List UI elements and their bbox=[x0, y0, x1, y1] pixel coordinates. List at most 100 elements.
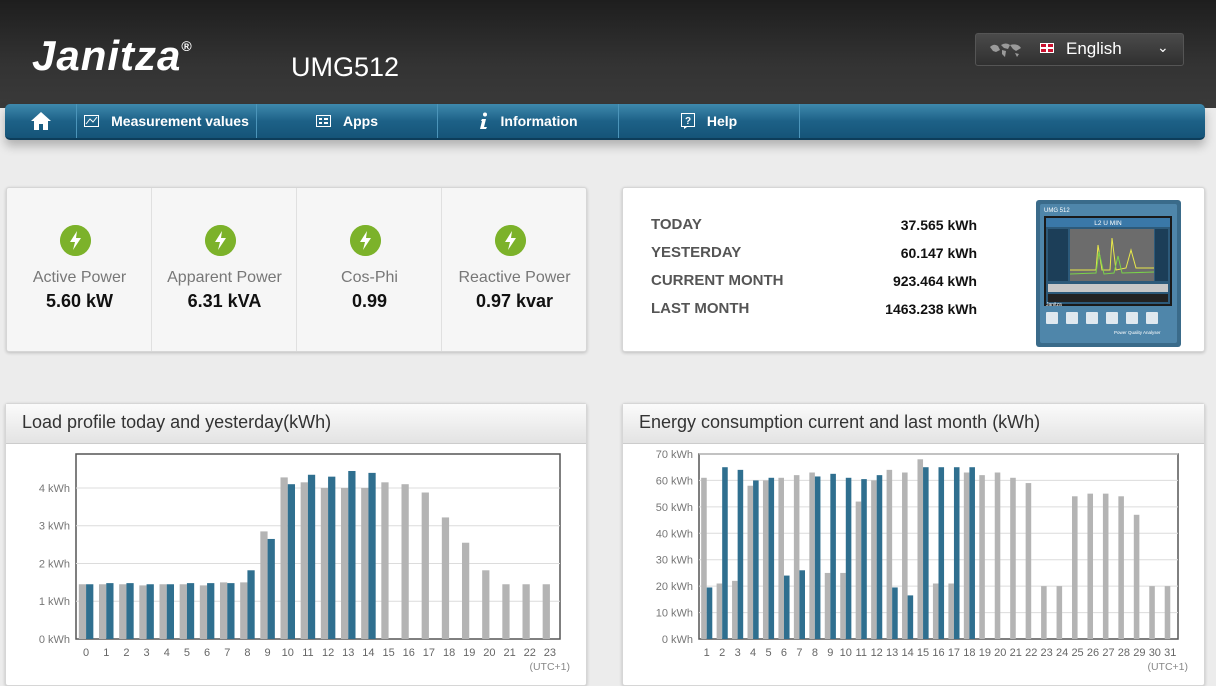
bar-current-month bbox=[892, 587, 898, 639]
x-axis-note: (UTC+1) bbox=[529, 661, 570, 673]
bar-current-month bbox=[969, 467, 975, 639]
bar-last-month bbox=[747, 485, 754, 639]
bar-today bbox=[207, 583, 215, 639]
x-tick-label: 1 bbox=[704, 647, 710, 659]
bolt-icon bbox=[350, 225, 381, 256]
bar-last-month bbox=[917, 459, 924, 639]
x-tick-label: 29 bbox=[1133, 647, 1145, 659]
x-tick-label: 23 bbox=[544, 647, 556, 659]
nav-apps[interactable]: Apps bbox=[257, 104, 438, 138]
energy-value-today: 37.565 kWh bbox=[900, 217, 977, 233]
bar-last-month bbox=[762, 480, 769, 639]
bar-last-month bbox=[809, 472, 815, 639]
x-tick-label: 2 bbox=[123, 647, 129, 659]
bar-yesterday bbox=[119, 584, 127, 639]
x-tick-label: 18 bbox=[443, 647, 455, 659]
x-tick-label: 9 bbox=[265, 647, 271, 659]
bar-last-month bbox=[871, 480, 877, 639]
bar-last-month bbox=[1087, 493, 1094, 639]
nav-measurement-values[interactable]: Measurement values bbox=[77, 104, 257, 138]
load-profile-chart: 0 kWh1 kWh2 kWh3 kWh4 kWh0 1 2 3 4 5 6 7 8 9 10 11 1… bbox=[39, 453, 570, 673]
bar-yesterday bbox=[522, 584, 530, 639]
device-screen-title: L2 U MIN bbox=[1094, 220, 1122, 227]
y-tick-label: 3 kWh bbox=[39, 521, 70, 533]
x-tick-label: 20 bbox=[994, 647, 1006, 659]
bar-yesterday bbox=[340, 487, 349, 639]
x-tick-label: 27 bbox=[1102, 647, 1114, 659]
language-label: English bbox=[1066, 39, 1122, 58]
bar-today bbox=[186, 583, 195, 639]
y-tick-label: 20 kWh bbox=[656, 581, 693, 593]
kpi-cos-phi: Cos-Phi 0.99 bbox=[297, 188, 442, 351]
bar-current-month bbox=[706, 587, 713, 639]
kpi-label: Active Power bbox=[32, 269, 127, 286]
bar-yesterday bbox=[502, 584, 510, 639]
bar-last-month bbox=[1072, 496, 1078, 639]
nav-help[interactable]: ? Help bbox=[619, 104, 800, 138]
nav-information[interactable]: Information bbox=[438, 104, 619, 138]
y-tick-label: 70 kWh bbox=[656, 449, 693, 461]
home-icon bbox=[30, 112, 51, 130]
bar-last-month bbox=[1102, 493, 1109, 639]
x-tick-label: 3 bbox=[144, 647, 150, 659]
x-tick-label: 19 bbox=[979, 647, 991, 659]
x-tick-label: 15 bbox=[382, 647, 394, 659]
nav-home[interactable] bbox=[5, 104, 77, 138]
bar-last-month bbox=[1010, 477, 1016, 639]
bar-today bbox=[348, 470, 356, 639]
x-tick-label: 12 bbox=[871, 647, 883, 659]
janitza-logo: Janitza® bbox=[32, 32, 193, 80]
x-tick-label: 7 bbox=[796, 647, 802, 659]
bar-today bbox=[166, 584, 175, 639]
bar-current-month bbox=[845, 477, 852, 639]
y-tick-label: 4 kWh bbox=[39, 483, 70, 495]
bar-current-month bbox=[783, 575, 790, 639]
bar-last-month bbox=[778, 477, 784, 639]
bar-yesterday bbox=[260, 531, 268, 639]
bar-yesterday bbox=[300, 482, 308, 639]
bar-today bbox=[146, 584, 154, 639]
x-tick-label: 6 bbox=[781, 647, 787, 659]
x-tick-label: 19 bbox=[463, 647, 475, 659]
bar-yesterday bbox=[179, 584, 187, 639]
bar-yesterday bbox=[482, 570, 490, 639]
chart-title: Load profile today and yesterday(kWh) bbox=[6, 404, 586, 444]
x-tick-label: 22 bbox=[1025, 647, 1037, 659]
bar-today bbox=[328, 476, 336, 639]
bar-current-month bbox=[830, 473, 836, 639]
bar-current-month bbox=[923, 467, 929, 639]
x-tick-label: 17 bbox=[948, 647, 960, 659]
x-tick-label: 12 bbox=[322, 647, 334, 659]
bar-current-month bbox=[876, 475, 883, 639]
bar-current-month bbox=[907, 595, 914, 639]
bar-current-month bbox=[722, 467, 728, 639]
y-tick-label: 60 kWh bbox=[656, 475, 693, 487]
x-tick-label: 0 bbox=[83, 647, 89, 659]
language-selector[interactable]: English ⌄ bbox=[975, 33, 1184, 66]
kpi-label: Cos-Phi bbox=[341, 269, 398, 286]
bar-last-month bbox=[886, 469, 893, 639]
chevron-down-icon: ⌄ bbox=[1157, 39, 1169, 55]
x-tick-label: 26 bbox=[1087, 647, 1099, 659]
bar-last-month bbox=[1164, 586, 1171, 639]
bar-yesterday bbox=[240, 582, 248, 639]
bar-today bbox=[368, 472, 376, 639]
bar-today bbox=[247, 570, 255, 639]
bar-yesterday bbox=[159, 584, 167, 639]
bar-last-month bbox=[732, 580, 738, 639]
load-profile-chart-card: Load profile today and yesterday(kWh) 0 … bbox=[5, 403, 587, 686]
bar-yesterday bbox=[98, 584, 107, 639]
x-tick-label: 17 bbox=[423, 647, 435, 659]
bar-current-month bbox=[799, 570, 805, 639]
x-tick-label: 20 bbox=[483, 647, 495, 659]
x-tick-label: 8 bbox=[812, 647, 818, 659]
brand-name: Janitza bbox=[32, 32, 182, 79]
x-tick-label: 7 bbox=[224, 647, 230, 659]
x-tick-label: 2 bbox=[719, 647, 725, 659]
bar-last-month bbox=[948, 583, 954, 639]
bar-today bbox=[287, 484, 296, 639]
x-tick-label: 24 bbox=[1056, 647, 1068, 659]
world-map-icon bbox=[990, 43, 1021, 57]
bar-yesterday bbox=[199, 585, 208, 639]
chart-icon bbox=[84, 115, 100, 127]
